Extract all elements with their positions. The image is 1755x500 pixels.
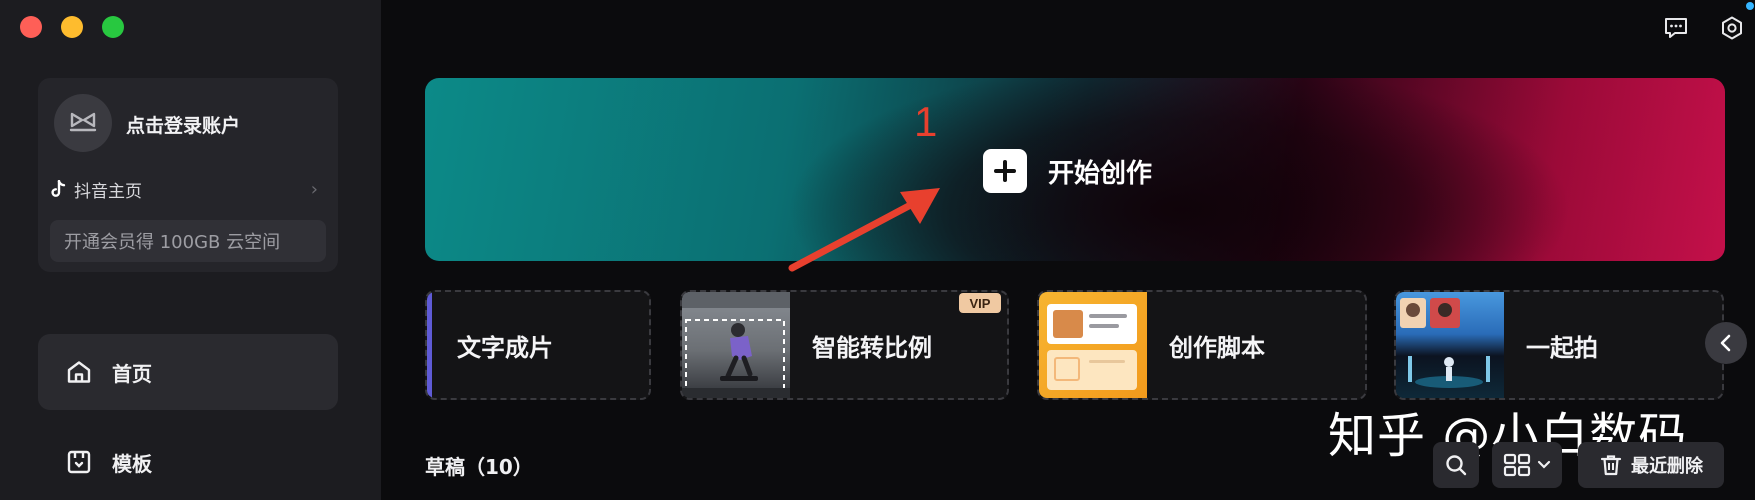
feature-card-shoot-together[interactable]: 一起拍 (1394, 290, 1724, 400)
chevron-right-icon: › (310, 178, 318, 200)
sidebar: 点击登录账户 抖音主页 › 开通会员得 100GB 云空间 首页 模板 (0, 0, 381, 500)
drafts-title: 草稿（10） (425, 455, 533, 479)
message-icon (1665, 18, 1687, 38)
scroll-left-button[interactable] (1705, 322, 1747, 364)
skateboard-thumbnail (682, 292, 790, 398)
feature-card-text-to-video[interactable]: 文字成片 (425, 290, 651, 400)
gear-icon (1722, 16, 1742, 40)
chevron-down-icon (1537, 460, 1551, 469)
recently-deleted-button[interactable]: 最近删除 (1578, 442, 1724, 488)
vip-promo-button[interactable]: 开通会员得 100GB 云空间 (50, 220, 326, 262)
window-controls (20, 16, 124, 38)
feature-card-creative-script[interactable]: 创作脚本 (1037, 290, 1367, 400)
plus-icon[interactable] (983, 149, 1027, 193)
minimize-window-button[interactable] (61, 16, 83, 38)
douyin-homepage-link[interactable]: 抖音主页 › (48, 174, 318, 204)
template-icon (67, 450, 91, 474)
trash-icon (1600, 455, 1622, 476)
message-button[interactable] (1660, 12, 1692, 44)
sidebar-item-label: 首页 (112, 361, 152, 386)
feature-label: 文字成片 (457, 333, 553, 362)
start-creation-label[interactable]: 开始创作 (1048, 153, 1152, 190)
account-card: 点击登录账户 抖音主页 › 开通会员得 100GB 云空间 (38, 78, 338, 272)
annotation-number: 1 (914, 98, 938, 145)
feature-card-smart-ratio[interactable]: 智能转比例 VIP (680, 290, 1009, 400)
maximize-window-button[interactable] (102, 16, 124, 38)
douyin-label: 抖音主页 (74, 181, 142, 202)
feature-label: 智能转比例 (812, 333, 932, 362)
annotation-arrow-icon (788, 188, 940, 272)
feature-label: 创作脚本 (1169, 333, 1265, 362)
capcut-logo-icon (69, 112, 97, 132)
tiktok-icon (48, 179, 68, 199)
card-accent-bar (427, 292, 432, 398)
view-mode-dropdown[interactable] (1492, 442, 1562, 488)
home-icon (67, 361, 91, 383)
duet-thumbnail (1396, 292, 1504, 398)
feature-label: 一起拍 (1526, 333, 1598, 362)
settings-button[interactable] (1716, 12, 1748, 44)
sidebar-item-home[interactable]: 首页 (38, 334, 338, 410)
recently-deleted-label: 最近删除 (1631, 456, 1703, 477)
sidebar-item-label: 模板 (112, 451, 152, 476)
vip-badge: VIP (959, 293, 1001, 313)
search-icon (1446, 455, 1467, 476)
avatar[interactable] (54, 94, 112, 152)
login-link[interactable]: 点击登录账户 (126, 111, 240, 138)
sidebar-item-template[interactable]: 模板 (38, 424, 338, 500)
search-button[interactable] (1433, 442, 1479, 488)
script-thumbnail (1039, 292, 1147, 398)
grid-view-icon (1503, 453, 1531, 477)
chevron-left-icon (1720, 334, 1731, 352)
close-window-button[interactable] (20, 16, 42, 38)
notification-dot (1746, 2, 1754, 10)
